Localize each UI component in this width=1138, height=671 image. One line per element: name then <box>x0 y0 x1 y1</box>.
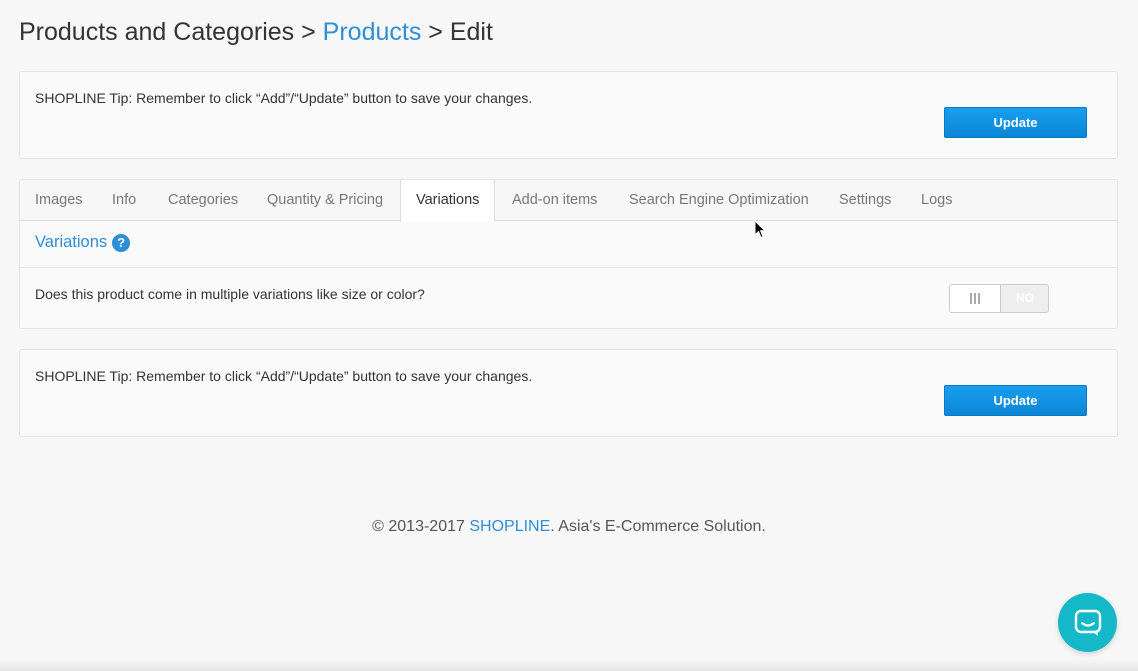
toggle-handle[interactable] <box>950 285 1001 312</box>
footer: © 2013-2017 SHOPLINE. Asia's E-Commerce … <box>0 518 1138 536</box>
update-button[interactable]: Update <box>944 107 1087 138</box>
update-button[interactable]: Update <box>944 385 1087 416</box>
help-icon[interactable]: ? <box>112 233 131 252</box>
breadcrumb-products-and-categories: Products and Categories <box>19 18 295 46</box>
tab-settings[interactable]: Settings <box>839 180 891 221</box>
tab-logs[interactable]: Logs <box>921 180 952 221</box>
variations-panel: Images Info Categories Quantity & Pricin… <box>19 179 1118 329</box>
top-tip-panel: SHOPLINE Tip: Remember to click “Add”/“U… <box>19 71 1118 159</box>
tab-seo[interactable]: Search Engine Optimization <box>629 180 809 221</box>
grip-icon <box>970 293 980 304</box>
footer-copyright: © 2013-2017 <box>372 518 470 535</box>
tab-variations[interactable]: Variations <box>400 180 496 222</box>
tip-text: SHOPLINE Tip: Remember to click “Add”/“U… <box>35 368 533 384</box>
chat-button[interactable] <box>1058 593 1117 652</box>
variations-toggle[interactable]: NO <box>949 284 1049 313</box>
breadcrumb-edit: Edit <box>449 18 493 46</box>
footer-tagline: . Asia's E-Commerce Solution. <box>550 518 766 535</box>
bottom-tip-panel: SHOPLINE Tip: Remember to click “Add”/“U… <box>19 349 1118 437</box>
chat-icon <box>1074 609 1101 636</box>
section-title-text: Variations <box>35 233 108 251</box>
variations-question: Does this product come in multiple varia… <box>35 286 425 302</box>
breadcrumb-products-link[interactable]: Products <box>323 18 422 46</box>
bottom-shadow <box>0 659 1138 671</box>
divider <box>20 267 1117 268</box>
tab-add-on-items[interactable]: Add-on items <box>512 180 597 221</box>
tab-quantity-pricing[interactable]: Quantity & Pricing <box>267 180 383 221</box>
tab-images[interactable]: Images <box>35 180 83 221</box>
tab-bar: Images Info Categories Quantity & Pricin… <box>20 180 1117 222</box>
breadcrumb: Products and Categories > Products > Edi… <box>19 18 493 47</box>
section-title: Variations ? <box>35 233 131 252</box>
tab-info[interactable]: Info <box>112 180 136 221</box>
toggle-state-label: NO <box>1016 291 1034 305</box>
breadcrumb-separator: > <box>421 18 450 46</box>
tab-categories[interactable]: Categories <box>168 180 238 221</box>
breadcrumb-separator: > <box>294 18 323 46</box>
mouse-cursor-icon <box>754 220 766 239</box>
tip-text: SHOPLINE Tip: Remember to click “Add”/“U… <box>35 90 533 106</box>
footer-brand-link[interactable]: SHOPLINE <box>469 518 550 535</box>
